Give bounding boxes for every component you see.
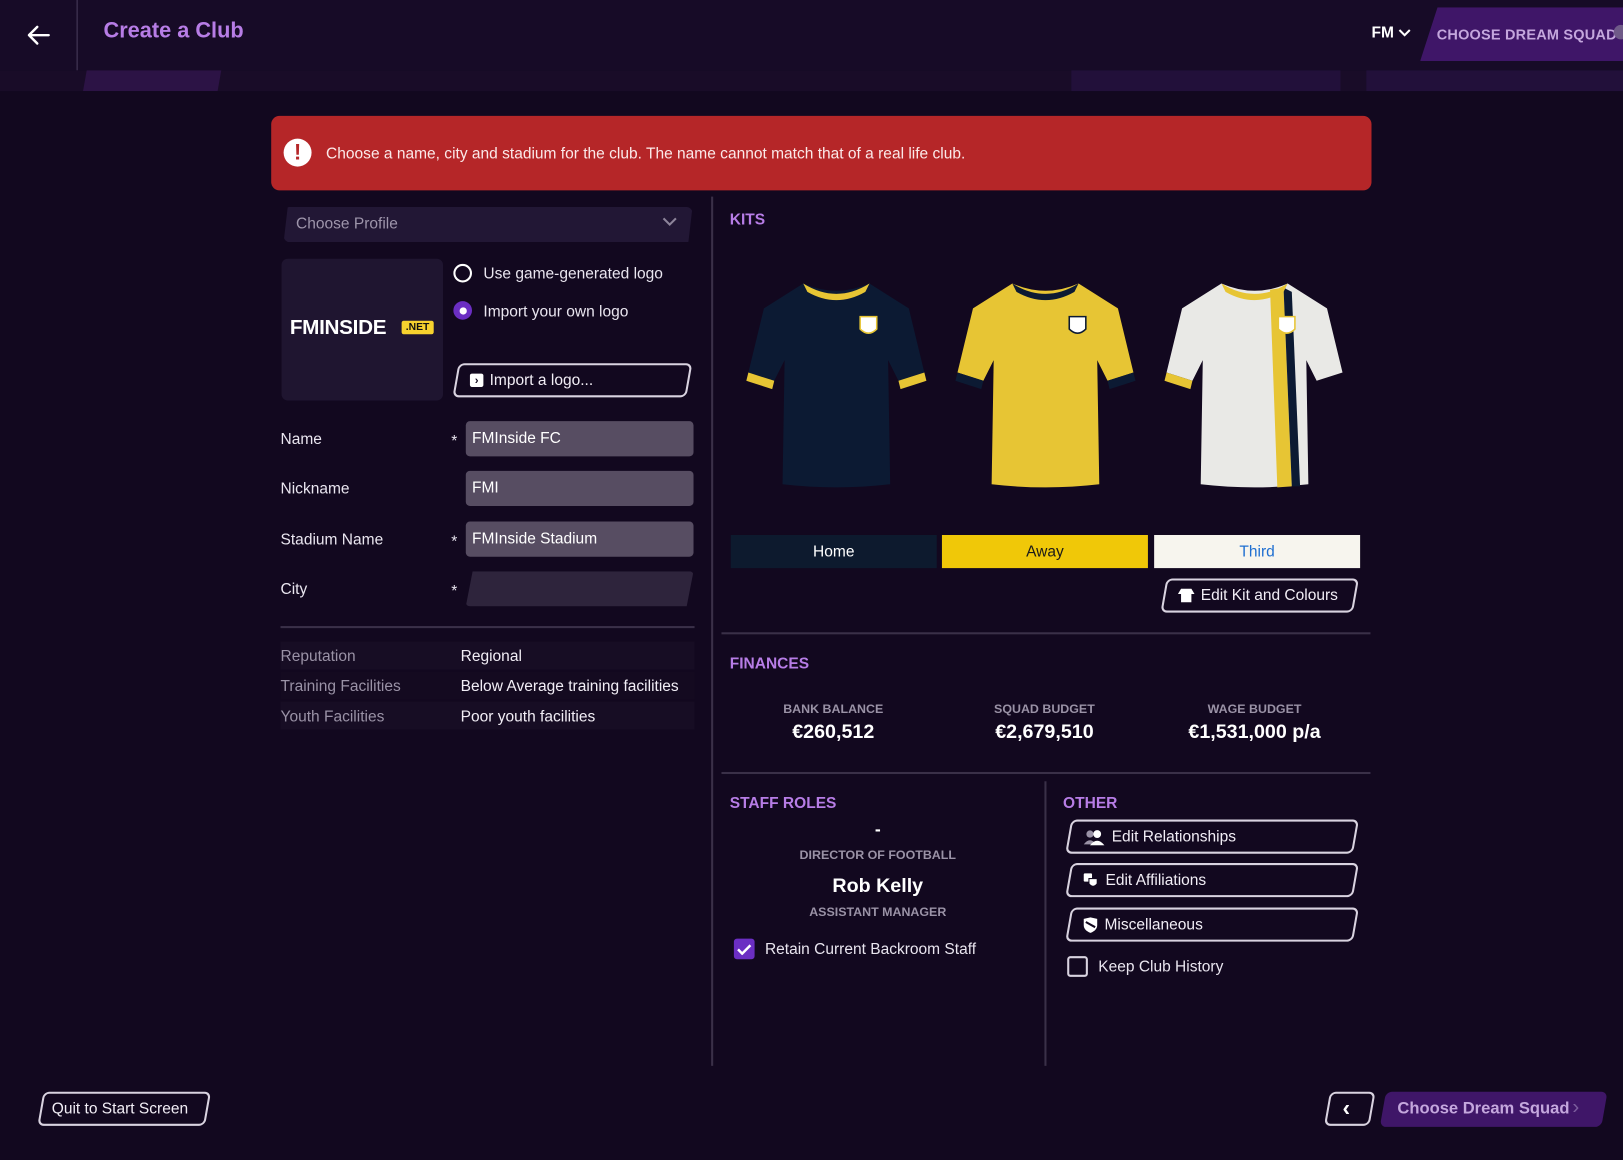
logo-badge: .NET [401,320,434,335]
edit-affiliations-content: Edit Affiliations [1083,871,1206,889]
edit-relationships-content: Edit Relationships [1083,827,1236,846]
club-crest-icon [1277,315,1296,334]
header-accent [1071,70,1341,92]
club-crest-icon [859,315,878,334]
nickname-label: Nickname [280,480,350,498]
kits-title: KITS [729,211,766,229]
back-button[interactable] [0,0,77,70]
bank-balance-value: €260,512 [792,721,875,743]
page-title: Create a Club [103,18,244,43]
column-divider [711,196,714,1066]
stadium-name-input[interactable]: FMInside Stadium [465,521,694,557]
finances-title: FINANCES [729,655,810,673]
bank-balance-label: BANK BALANCE [783,701,884,717]
reputation-value: Regional [460,647,522,666]
retain-staff-checkbox[interactable] [733,938,755,960]
required-marker: * [451,582,458,601]
shirt-icon [1177,588,1195,603]
wage-budget-label: WAGE BUDGET [1207,701,1302,717]
kit-tab-home[interactable]: Home [730,534,937,569]
assistant-manager-name: Rob Kelly [832,875,924,898]
club-crest-icon [1068,315,1087,334]
import-logo-label: Import a logo... [489,371,594,390]
kit-tab-third[interactable]: Third [1154,534,1361,569]
nickname-input[interactable]: FMI [465,470,694,507]
youth-facilities-value: Poor youth facilities [460,707,596,726]
edit-affiliations-label: Edit Affiliations [1105,871,1207,889]
divider [280,626,695,629]
third-kit-shirt [1164,283,1343,488]
column-divider [1044,781,1047,1066]
required-marker: * [451,432,458,451]
name-input[interactable]: FMInside FC [465,421,694,457]
fm-menu[interactable]: FM [1371,23,1411,42]
keep-club-history-label: Keep Club History [1098,958,1224,976]
shield-icon [1083,916,1098,933]
city-label: City [280,580,308,599]
choose-dream-squad-label: Choose Dream Squad [1397,1099,1570,1118]
chevron-down-icon [662,217,677,227]
banner-message: Choose a name, city and stadium for the … [326,144,966,163]
radio-import-own-logo[interactable] [453,301,473,320]
director-of-football-role: DIRECTOR OF FOOTBALL [799,847,956,862]
youth-facilities-label: Youth Facilities [280,707,385,726]
header-accent [83,70,222,92]
chevron-left-icon: ‹ [1342,1094,1351,1121]
training-facilities-label: Training Facilities [280,677,401,696]
staff-roles-title: STAFF ROLES [729,794,837,813]
fm-menu-label: FM [1371,23,1394,42]
edit-kit-button-content: Edit Kit and Colours [1177,586,1338,605]
affiliation-shields-icon [1083,872,1098,887]
stadium-name-label: Stadium Name [280,530,384,549]
create-club-screen: Create a Club FM CHOOSE DREAM SQUAD ! Ch… [0,0,1623,1160]
radio-game-generated-logo[interactable] [453,263,473,283]
alert-icon: ! [283,138,312,167]
checkmark-icon [737,943,752,955]
import-logo-button-content: › Import a logo... [469,371,594,390]
divider [721,632,1371,635]
header-accent [1366,70,1623,92]
name-label: Name [280,430,322,449]
miscellaneous-label: Miscellaneous [1104,915,1203,934]
city-input[interactable] [465,571,694,607]
assistant-manager-role: ASSISTANT MANAGER [809,904,947,919]
chevron-down-icon [1398,28,1411,37]
miscellaneous-content: Miscellaneous [1083,915,1203,934]
reputation-label: Reputation [280,647,356,666]
breadcrumb-tab-label: CHOOSE DREAM SQUAD [1436,25,1617,43]
required-marker: * [451,532,458,551]
keep-club-history-checkbox[interactable] [1067,956,1088,977]
training-facilities-value: Below Average training facilities [460,677,679,696]
retain-staff-label: Retain Current Backroom Staff [764,940,977,959]
logo-text: FMINSIDE [289,316,387,340]
import-icon: › [469,373,484,388]
wage-budget-value: €1,531,000 p/a [1188,721,1321,743]
away-kit-shirt [955,283,1136,488]
radio-label: Use game-generated logo [483,264,663,283]
home-kit-shirt [746,283,927,488]
divider [721,771,1371,775]
squad-budget-label: SQUAD BUDGET [994,701,1095,717]
other-title: OTHER [1063,794,1118,813]
director-of-football-name: - [874,819,881,840]
profile-select-placeholder: Choose Profile [296,215,398,233]
chevron-right-icon: › [1572,1095,1580,1119]
edit-relationships-label: Edit Relationships [1111,827,1236,846]
close-icon[interactable] [1613,24,1623,40]
edit-kit-label: Edit Kit and Colours [1200,586,1338,605]
arrow-left-icon [27,25,50,45]
quit-label: Quit to Start Screen [51,1099,189,1118]
radio-label: Import your own logo [483,303,629,321]
kit-tab-away[interactable]: Away [941,534,1148,569]
people-icon [1083,829,1105,845]
header-divider [76,0,78,71]
squad-budget-value: €2,679,510 [995,721,1094,743]
